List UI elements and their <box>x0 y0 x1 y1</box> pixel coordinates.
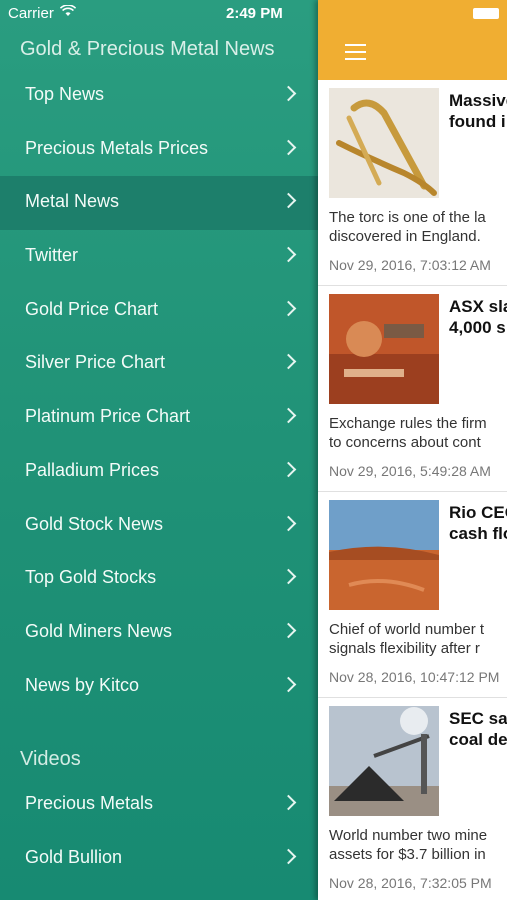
news-date: Nov 28, 2016, 10:47:12 PM <box>329 669 500 685</box>
menu-item-precious-metals-videos[interactable]: Precious Metals <box>0 778 320 832</box>
news-summary: Exchange rules the firm to concerns about… <box>329 415 487 451</box>
chevron-right-icon <box>280 354 297 370</box>
chevron-right-icon <box>280 85 297 102</box>
menu-item-platinum-price-chart[interactable]: Platinum Price Chart <box>0 391 320 445</box>
carrier-label: Carrier <box>8 5 54 22</box>
news-headline: Rio CEOcash flo <box>449 503 507 543</box>
menu-item-gold-bullion-videos[interactable]: Gold Bullion <box>0 832 320 886</box>
menu-item-label: Silver Price Chart <box>25 352 166 373</box>
menu-item-metal-news[interactable]: Metal News <box>0 176 320 231</box>
menu-item-silver-price-chart[interactable]: Silver Price Chart <box>0 337 320 391</box>
news-summary: World number two mine assets for $3.7 bil… <box>329 827 488 863</box>
menu-item-gold-price-chart[interactable]: Gold Price Chart <box>0 284 320 338</box>
chevron-right-icon <box>280 568 297 585</box>
chevron-right-icon <box>280 246 297 263</box>
chevron-right-icon <box>280 848 297 864</box>
news-panel: Massivefound i The torc is one of the la… <box>318 0 507 900</box>
side-menu: Carrier 2:49 PM Gold & Precious Metal Ne… <box>0 0 320 900</box>
app-title: Gold & Precious Metal News <box>20 38 275 60</box>
menu-item-top-gold-stocks[interactable]: Top Gold Stocks <box>0 552 320 606</box>
menu-item-label: Gold Miners News <box>25 620 173 641</box>
menu-item-label: Top Gold Stocks <box>25 567 157 588</box>
chevron-right-icon <box>280 193 297 209</box>
news-headline: Massivefound i <box>449 91 507 131</box>
menu-item-top-news[interactable]: Top News <box>0 69 320 123</box>
news-thumbnail <box>329 88 439 198</box>
menu-item-gold-stock-news[interactable]: Gold Stock News <box>0 499 320 553</box>
hamburger-menu-icon[interactable] <box>345 44 366 65</box>
menu-list: Top News Precious Metals Prices Metal Ne… <box>0 69 320 713</box>
menu-item-label: Platinum Price Chart <box>25 406 191 427</box>
menu-item-label: News by Kitco <box>25 674 140 695</box>
menu-item-label: Precious Metals <box>25 793 154 813</box>
videos-list: Precious Metals Gold Bullion <box>0 778 320 885</box>
menu-item-label: Gold Price Chart <box>25 298 159 319</box>
news-date: Nov 28, 2016, 7:32:05 PM <box>329 875 492 891</box>
news-headline: ASX sla 4,000 s <box>449 297 507 337</box>
menu-item-label: Gold Bullion <box>25 846 123 867</box>
menu-item-label: Metal News <box>25 191 120 212</box>
chevron-right-icon <box>280 515 297 531</box>
chevron-right-icon <box>280 676 297 692</box>
chevron-right-icon <box>280 407 297 424</box>
menu-item-label: Twitter <box>25 245 79 266</box>
chevron-right-icon <box>280 622 297 639</box>
chevron-right-icon <box>280 300 297 317</box>
chevron-right-icon <box>280 461 297 478</box>
menu-item-news-by-kitco[interactable]: News by Kitco <box>0 660 320 714</box>
chevron-right-icon <box>280 794 297 811</box>
news-card[interactable]: SEC sa coal de World number two mine asset… <box>318 698 507 900</box>
menu-item-twitter[interactable]: Twitter <box>0 230 320 284</box>
nav-bar <box>318 0 507 80</box>
chevron-right-icon <box>280 139 297 155</box>
clock: 2:49 PM <box>226 5 283 22</box>
menu-item-label: Gold Stock News <box>25 513 164 534</box>
menu-item-precious-metals-prices[interactable]: Precious Metals Prices <box>0 123 320 177</box>
wifi-icon <box>59 4 77 21</box>
news-card[interactable]: ASX sla 4,000 s Exchange rules the firm to… <box>318 286 507 492</box>
menu-item-palladium-prices[interactable]: Palladium Prices <box>0 445 320 499</box>
news-summary: The torc is one of the la discovered in E… <box>329 209 486 245</box>
news-feed: Massivefound i The torc is one of the la… <box>318 80 507 900</box>
news-thumbnail <box>329 500 439 610</box>
status-bar: Carrier 2:49 PM <box>0 0 320 28</box>
menu-item-label: Precious Metals Prices <box>25 137 209 158</box>
battery-icon <box>473 8 499 19</box>
news-summary: Chief of world number t signals flexibili… <box>329 621 485 657</box>
menu-item-label: Top News <box>25 84 105 104</box>
news-date: Nov 29, 2016, 5:49:28 AM <box>329 463 491 479</box>
menu-item-label: Palladium Prices <box>25 459 160 480</box>
news-card[interactable]: Massivefound i The torc is one of the la… <box>318 80 507 286</box>
news-thumbnail <box>329 294 439 404</box>
news-card[interactable]: Rio CEOcash flo Chief of world number ts… <box>318 492 507 698</box>
section-header-videos: Videos <box>20 748 81 770</box>
news-headline: SEC sa coal de <box>449 709 507 749</box>
news-date: Nov 29, 2016, 7:03:12 AM <box>329 257 491 273</box>
news-thumbnail <box>329 706 439 816</box>
menu-item-gold-miners-news[interactable]: Gold Miners News <box>0 606 320 660</box>
